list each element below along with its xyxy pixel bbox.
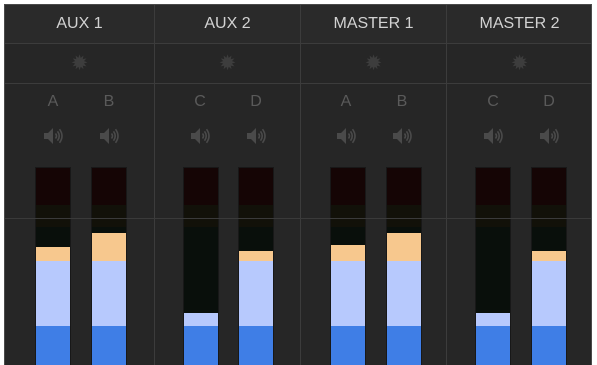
channel-label: B [103,93,115,110]
meter-fill-low [476,326,510,365]
meter-fill-peak [36,247,70,262]
meter-fill-low [387,326,421,365]
audio-mixer-panel: AUX 1 ✹ A B AUX 2 ✹ C D MASTER 1 ✹ A B M… [4,4,592,365]
meter-zone-clip [36,168,70,205]
meter-zone-clip [331,168,365,205]
bus-settings-button[interactable]: ✹ [5,44,154,84]
speaker-icon [540,128,559,144]
meter-fill-peak [532,251,566,262]
meter-zone-warning [239,204,273,228]
bus-title: AUX 1 [5,5,154,44]
meter-fill-peak [387,233,421,262]
mute-button[interactable] [241,125,271,147]
meter-fill-mid [36,261,70,327]
channel-label: A [47,93,59,110]
level-meter [91,167,127,365]
meter-fill-low [36,326,70,365]
meter-fill-mid [532,261,566,327]
meter-zone-warning [184,204,218,228]
meter-fill-low [184,326,218,365]
meter-fill-mid [92,261,126,327]
speaker-icon [247,128,266,144]
channel-label: A [340,93,352,110]
bus-aux-2: AUX 2 ✹ C D [155,5,301,365]
meter-fill-peak [239,251,273,262]
meter-zone-clip [184,168,218,205]
bus-aux-1: AUX 1 ✹ A B [5,5,155,365]
meter-fill-mid [476,312,510,327]
gear-icon: ✹ [364,52,383,75]
meter-fill-mid [331,261,365,327]
mute-button[interactable] [38,125,68,147]
speaker-icon [393,128,412,144]
bus-title: MASTER 1 [301,5,446,44]
meter-fill-mid [239,261,273,327]
mute-button[interactable] [534,125,564,147]
meter-fill-low [331,326,365,365]
channel-label: B [396,93,408,110]
channel-label: D [250,93,262,110]
meter-zone-warning [36,204,70,228]
mute-button[interactable] [331,125,361,147]
meter-zone-warning [387,204,421,228]
meter-zone-clip [387,168,421,205]
meter-zone-warning [331,204,365,228]
meter-fill-mid [387,261,421,327]
meter-fill-mid [184,312,218,327]
meter-fill-low [239,326,273,365]
speaker-icon [484,128,503,144]
meter-zone-warning [92,204,126,228]
meter-zone-clip [92,168,126,205]
level-meter [386,167,422,365]
meter-fill-peak [92,233,126,262]
gear-icon: ✹ [510,52,529,75]
meter-zone-clip [476,168,510,205]
level-meter [35,167,71,365]
mute-button[interactable] [185,125,215,147]
level-meter [183,167,219,365]
bus-settings-button[interactable]: ✹ [447,44,591,84]
channel-label: C [194,93,206,110]
bus-title: AUX 2 [155,5,300,44]
meter-fill-peak [331,245,365,262]
speaker-icon [100,128,119,144]
level-meter [531,167,567,365]
speaker-icon [44,128,63,144]
level-meter [475,167,511,365]
bus-master-1: MASTER 1 ✹ A B [301,5,447,365]
bus-settings-button[interactable]: ✹ [155,44,300,84]
gear-icon: ✹ [70,52,89,75]
channel-label: D [543,93,555,110]
gear-icon: ✹ [218,52,237,75]
level-meter [238,167,274,365]
meter-zone-clip [239,168,273,205]
bus-title: MASTER 2 [447,5,591,44]
bus-settings-button[interactable]: ✹ [301,44,446,84]
level-meter [330,167,366,365]
meter-fill-low [92,326,126,365]
speaker-icon [337,128,356,144]
meter-zone-warning [532,204,566,228]
bus-master-2: MASTER 2 ✹ C D [447,5,591,365]
speaker-icon [191,128,210,144]
mute-button[interactable] [387,125,417,147]
meter-zone-clip [532,168,566,205]
mute-button[interactable] [94,125,124,147]
meter-fill-low [532,326,566,365]
channel-label: C [487,93,499,110]
meter-zone-warning [476,204,510,228]
mute-button[interactable] [478,125,508,147]
